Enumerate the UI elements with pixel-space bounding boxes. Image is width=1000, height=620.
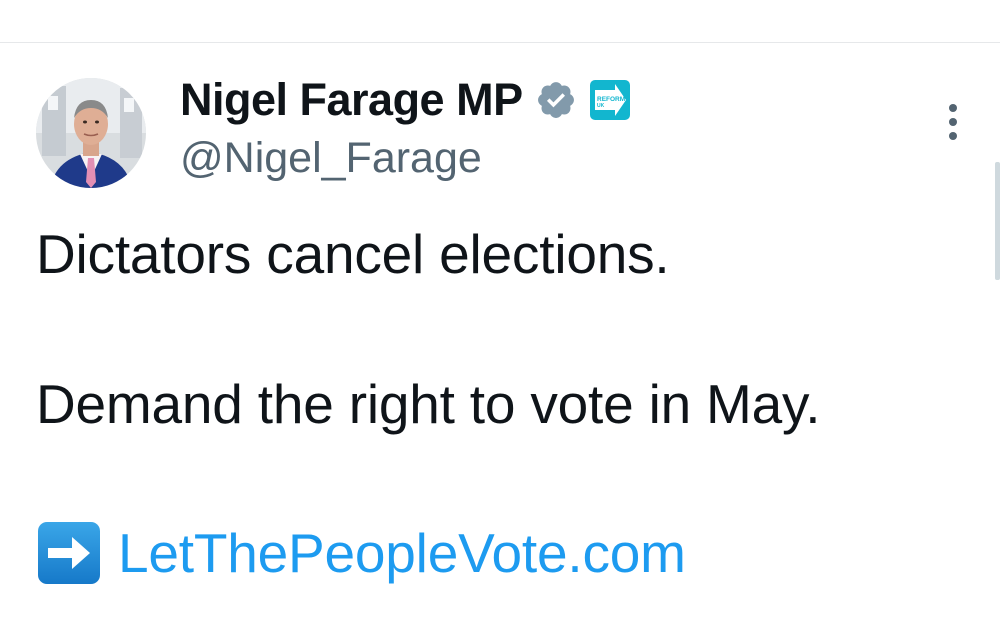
scrollbar[interactable] xyxy=(995,162,1000,280)
author-name-row: Nigel Farage MP REFORM UK xyxy=(180,74,631,126)
right-arrow-emoji-icon xyxy=(38,522,100,584)
tweet-link-row: LetThePeopleVote.com xyxy=(36,520,686,586)
profile-photo-icon xyxy=(36,78,146,188)
more-dot-icon xyxy=(949,104,957,112)
tweet-card: Nigel Farage MP REFORM UK @Nigel_Farage … xyxy=(0,0,1000,620)
author-handle[interactable]: @Nigel_Farage xyxy=(180,134,482,183)
tweet-text-line-1: Dictators cancel elections. xyxy=(36,223,670,285)
more-dot-icon xyxy=(949,132,957,140)
svg-text:REFORM: REFORM xyxy=(597,96,625,103)
avatar[interactable] xyxy=(36,78,146,188)
verified-check-icon[interactable] xyxy=(535,79,577,121)
divider xyxy=(0,42,1000,43)
tweet-text-line-2: Demand the right to vote in May. xyxy=(36,373,821,435)
display-name[interactable]: Nigel Farage MP xyxy=(180,74,523,126)
svg-text:UK: UK xyxy=(597,103,605,109)
reform-uk-badge-icon[interactable]: REFORM UK xyxy=(589,79,631,121)
more-options-button[interactable] xyxy=(936,98,970,146)
more-dot-icon xyxy=(949,118,957,126)
tweet-link[interactable]: LetThePeopleVote.com xyxy=(118,521,686,585)
